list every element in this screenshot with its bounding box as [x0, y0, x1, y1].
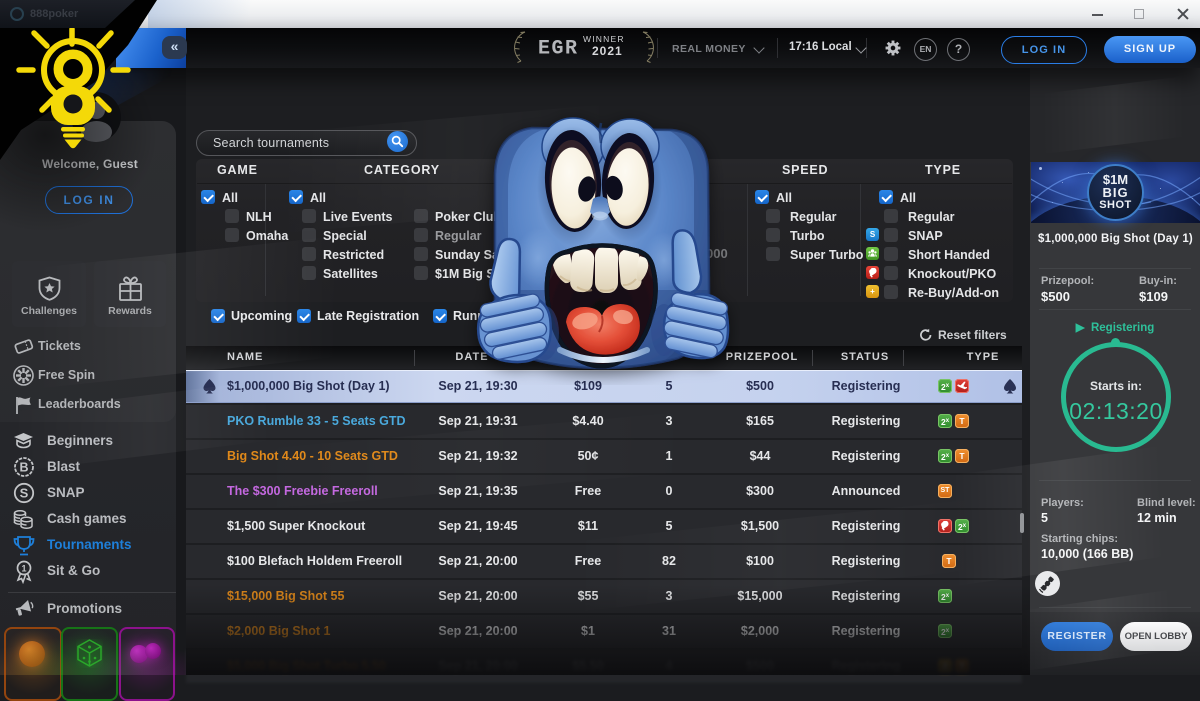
svg-text:WINNER: WINNER	[583, 34, 625, 44]
svg-text:B: B	[19, 461, 28, 475]
svg-text:EGR: EGR	[538, 38, 579, 61]
svg-text:2021: 2021	[592, 44, 623, 58]
svg-text:S: S	[20, 486, 29, 501]
svg-text:1: 1	[21, 564, 26, 574]
